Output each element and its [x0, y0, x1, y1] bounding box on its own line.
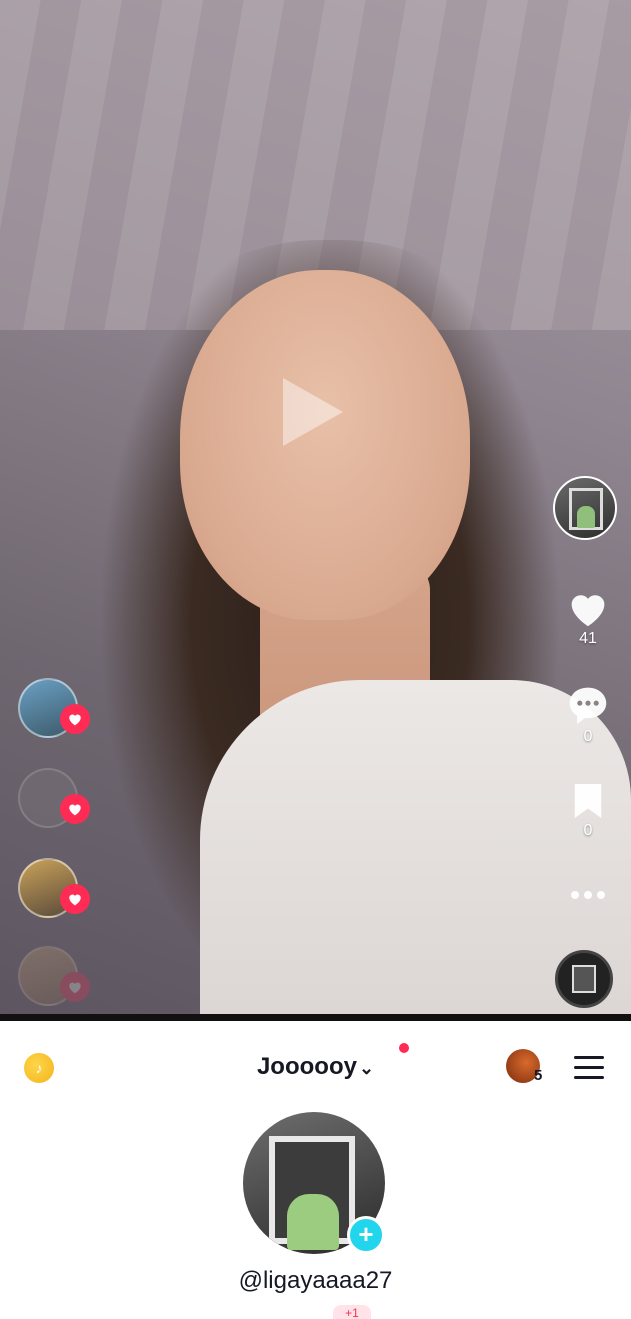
like-button[interactable]: 41 — [558, 588, 618, 648]
profile-header: ♪ Joooooy ⌄ 5 + @ligayaaaa27 +1 — [0, 1021, 631, 1319]
bookmark-icon — [558, 782, 618, 820]
save-count: 0 — [583, 822, 593, 839]
more-options-icon[interactable] — [569, 887, 609, 903]
profile-nickname: Joooooy — [256, 1053, 357, 1080]
chevron-down-icon: ⌄ — [358, 1058, 375, 1078]
disc-cover — [572, 965, 596, 993]
friends-count: 5 — [534, 1067, 543, 1084]
avatar-figure — [577, 506, 595, 528]
comment-button[interactable]: 0 — [558, 684, 618, 746]
comment-count: 0 — [583, 728, 593, 745]
add-story-button[interactable]: + — [347, 1216, 385, 1254]
liker-bubble[interactable] — [18, 768, 90, 828]
liker-bubble[interactable] — [18, 858, 90, 918]
video-player[interactable]: 41 0 0 — [0, 0, 631, 1014]
heart-icon — [60, 972, 90, 1002]
heart-icon — [60, 704, 90, 734]
save-button[interactable]: 0 — [558, 782, 618, 840]
liker-bubble[interactable] — [18, 946, 90, 1006]
heart-icon — [60, 884, 90, 914]
heart-icon — [60, 794, 90, 824]
liker-bubble[interactable] — [18, 678, 90, 738]
music-disc-icon[interactable] — [555, 950, 613, 1008]
like-count: 41 — [579, 630, 597, 647]
play-icon[interactable] — [283, 378, 343, 446]
section-divider — [0, 1014, 631, 1021]
avatar-figure — [287, 1194, 339, 1250]
new-badge: +1 — [333, 1305, 371, 1319]
comment-icon — [558, 684, 618, 726]
profile-handle: @ligayaaaa27 — [238, 1267, 393, 1294]
hamburger-menu-icon[interactable] — [574, 1056, 604, 1080]
creator-avatar[interactable] — [553, 476, 617, 540]
notification-dot — [399, 1043, 409, 1053]
heart-icon — [558, 588, 618, 628]
